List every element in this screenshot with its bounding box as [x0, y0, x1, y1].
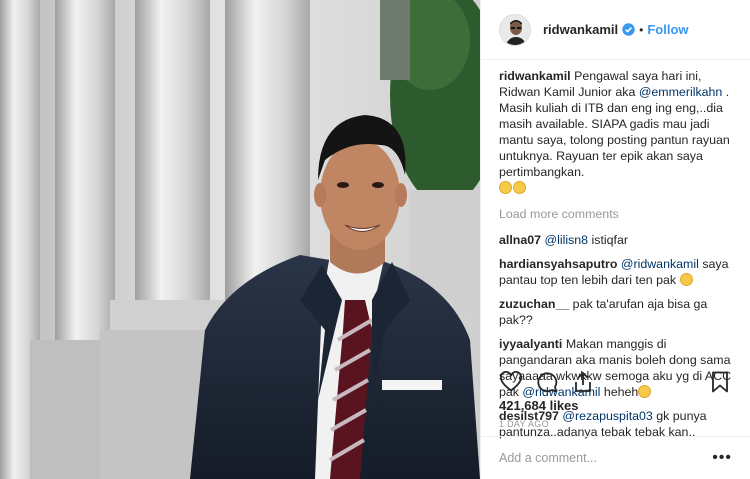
- list-item: allna07 @lilisn8 istiqfar: [499, 232, 742, 248]
- smile-emoji-icon: [513, 181, 526, 194]
- comment-username[interactable]: iyyaalyanti: [499, 337, 562, 351]
- caption-text: . Masih kuliah di ITB dan eng ing eng,..…: [499, 85, 730, 179]
- post-sidebar: ridwankamil • Follow ridwankamil Pengawa…: [480, 0, 750, 479]
- share-icon[interactable]: [571, 370, 595, 394]
- post-header: ridwankamil • Follow: [481, 0, 750, 60]
- comment-mention[interactable]: @lilisn8: [544, 233, 588, 247]
- comment-username[interactable]: hardiansyahsaputro: [499, 257, 617, 271]
- laughing-emoji-icon: [679, 273, 693, 286]
- post-actions: [499, 368, 732, 396]
- caption-mention[interactable]: @emmerilkahn: [639, 85, 723, 99]
- comment-mention[interactable]: @ridwankamil: [621, 257, 699, 271]
- comment-username[interactable]: allna07: [499, 233, 541, 247]
- caption: ridwankamil Pengawal saya hari ini, Ridw…: [499, 68, 742, 196]
- load-more-comments[interactable]: Load more comments: [499, 206, 742, 222]
- bookmark-icon[interactable]: [708, 370, 732, 394]
- list-item: hardiansyahsaputro @ridwankamil saya pan…: [499, 256, 742, 288]
- verified-badge-icon: [622, 23, 635, 36]
- portrait-photo: [0, 0, 480, 479]
- grin-emoji-icon: [499, 181, 512, 194]
- caption-username[interactable]: ridwankamil: [499, 69, 571, 83]
- post-username[interactable]: ridwankamil: [543, 22, 618, 37]
- list-item: zuzuchan__ pak ta'arufan aja bisa ga pak…: [499, 296, 742, 328]
- likes-count[interactable]: 421,684 likes: [499, 398, 579, 413]
- follow-button[interactable]: Follow: [647, 22, 688, 37]
- heart-icon[interactable]: [499, 370, 523, 394]
- add-comment-bar: •••: [481, 436, 750, 479]
- comment-username[interactable]: zuzuchan__: [499, 297, 569, 311]
- separator-dot: •: [639, 22, 644, 37]
- comment-input[interactable]: [499, 451, 713, 465]
- comment-icon[interactable]: [535, 370, 559, 394]
- more-options-icon[interactable]: •••: [712, 449, 732, 467]
- post-photo[interactable]: [0, 0, 480, 479]
- avatar[interactable]: [499, 13, 531, 46]
- post-timestamp[interactable]: 1 DAY AGO: [499, 419, 549, 429]
- instagram-post: ridwankamil • Follow ridwankamil Pengawa…: [0, 0, 750, 479]
- comment-text: istiqfar: [588, 233, 629, 247]
